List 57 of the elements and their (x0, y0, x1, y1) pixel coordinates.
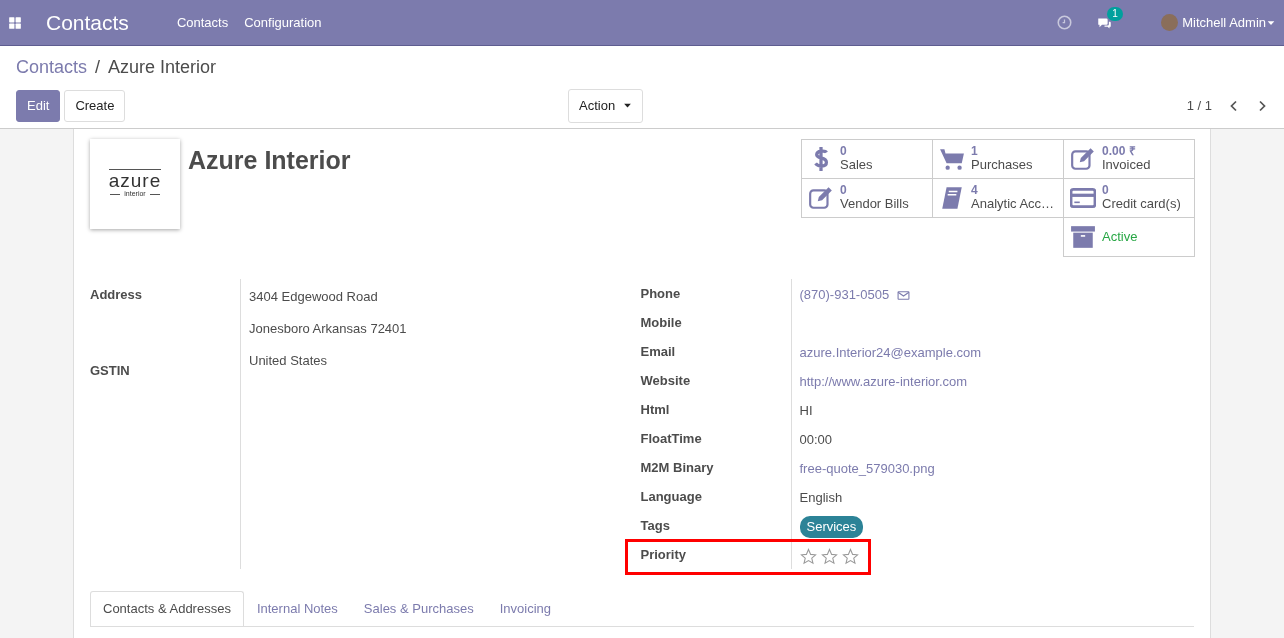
tab[interactable]: Contacts & Addresses (90, 591, 244, 626)
cart-icon (939, 146, 965, 172)
stat-button[interactable]: 0.00 ₹ Invoiced (1063, 139, 1195, 179)
star-icon[interactable] (820, 547, 838, 565)
menu-item[interactable]: Contacts (176, 12, 229, 33)
breadcrumb-current: Azure Interior (108, 56, 217, 79)
field-label: Website (640, 372, 692, 390)
field-value: HI (799, 402, 813, 421)
avatar-placeholder (1161, 14, 1179, 31)
field-label: Language (640, 488, 703, 506)
menu-item[interactable]: Configuration (244, 12, 322, 33)
address-line: 3404 Edgewood Road (249, 288, 379, 306)
field-value: English (799, 489, 843, 508)
credit-card-icon (1070, 185, 1096, 211)
field-value: 00:00 (799, 431, 833, 450)
star-icon[interactable] (841, 547, 859, 565)
field-link[interactable]: http://www.azure-interior.com (799, 372, 968, 392)
archive-icon (1070, 224, 1096, 250)
tag-badge: Services (799, 516, 864, 538)
tab[interactable]: Sales & Purchases (350, 591, 487, 626)
user-menu[interactable]: Mitchell Admin (1182, 12, 1266, 33)
message-count-badge: 1 (1107, 6, 1123, 21)
stat-button[interactable]: 0 Vendor Bills (801, 178, 933, 218)
edit-icon (1070, 146, 1096, 172)
clock-icon[interactable] (1057, 15, 1073, 30)
address-line: United States (249, 352, 329, 370)
pager-text: 1 / 1 (1186, 97, 1212, 115)
edit-icon (808, 185, 834, 211)
stat-button[interactable]: Active (1063, 217, 1195, 257)
field-link[interactable]: free-quote_579030.png (799, 459, 935, 479)
star-icon[interactable] (799, 547, 817, 565)
stat-button[interactable]: 0 Sales (801, 139, 933, 179)
breadcrumb-link[interactable]: Contacts (16, 54, 88, 81)
field-label: Phone (640, 285, 682, 303)
tab[interactable]: Invoicing (486, 591, 564, 626)
apps-menu-icon[interactable] (8, 15, 22, 30)
field-label: Html (640, 401, 671, 419)
field-label: Priority (640, 546, 687, 564)
field-label: Email (640, 343, 677, 361)
field-label: Tags (640, 517, 671, 535)
action-button[interactable]: Action (568, 89, 644, 123)
edit-button[interactable]: Edit (16, 90, 61, 122)
breadcrumb-separator: / (95, 56, 101, 79)
record-title: Azure Interior (188, 145, 352, 176)
envelope-icon (897, 288, 911, 302)
address-line: Jonesboro Arkansas 72401 (249, 320, 407, 338)
field-label: GSTIN (90, 362, 131, 380)
tab[interactable]: Internal Notes (243, 591, 351, 626)
field-label: FloatTime (640, 430, 703, 448)
field-link[interactable]: azure.Interior24@example.com (799, 343, 982, 363)
phone-link[interactable]: (870)-931-0505 (799, 285, 890, 305)
field-label: M2M Binary (640, 459, 715, 477)
field-label: Address (90, 286, 144, 304)
app-name[interactable]: Contacts (46, 6, 129, 39)
field-label: Mobile (640, 314, 683, 332)
create-button[interactable]: Create (64, 90, 126, 122)
book-icon (939, 185, 965, 211)
